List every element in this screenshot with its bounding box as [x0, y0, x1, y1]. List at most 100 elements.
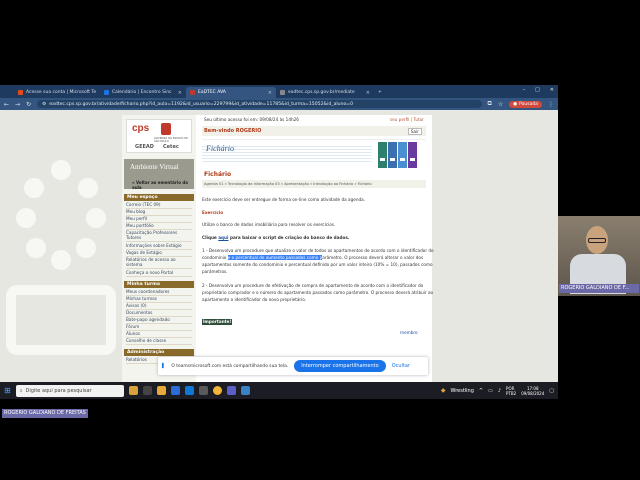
menu-item-alunos[interactable]: Alunos	[126, 331, 192, 338]
media-title[interactable]: Wrestling	[450, 388, 473, 394]
network-icon[interactable]: ▭	[488, 388, 493, 394]
important-heading: Importante!	[202, 319, 233, 325]
selected-text[interactable]: e o percentual de aumento passados como …	[227, 255, 323, 260]
bing-icon[interactable]	[128, 386, 138, 395]
exercise-2-line-3: apartamento o identificador do novo prop…	[202, 297, 307, 302]
menu-item-bate-papo[interactable]: Bate-papo agendado	[126, 317, 192, 324]
site-info-icon[interactable]: ⚙	[42, 102, 46, 107]
teams-icon[interactable]	[226, 386, 236, 395]
minimize-icon[interactable]: –	[523, 87, 526, 93]
new-tab-button[interactable]: +	[374, 87, 386, 98]
volume-icon[interactable]: ♪	[498, 388, 501, 394]
maximize-icon[interactable]: □	[535, 87, 540, 93]
ava-icon	[190, 90, 195, 95]
fichario-banner: Fichário	[202, 139, 426, 169]
intro-text: Este exercício deve ser entregue de form…	[202, 197, 366, 202]
exercise-1-line-2: condomínio e o percentual de aumento pas…	[202, 255, 424, 260]
menu-item-forum[interactable]: Fórum	[126, 324, 192, 331]
glasses-icon	[588, 238, 606, 243]
extensions-icon[interactable]: ⧉	[488, 100, 492, 108]
tab-calendar[interactable]: Calendário | Encontro Sinc ×	[100, 87, 186, 98]
forward-icon[interactable]: →	[15, 101, 20, 108]
close-icon[interactable]: ×	[366, 90, 370, 96]
menu-item-capacitacao[interactable]: Capacitação Professores Tutores	[126, 230, 192, 242]
menu-head-admin: Administração	[124, 349, 194, 356]
clock[interactable]: 17:08 09/08/2024	[521, 386, 544, 396]
media-icon[interactable]: ◆	[441, 387, 446, 394]
share-icon: ▌	[162, 363, 166, 369]
store-icon[interactable]	[198, 386, 208, 395]
taskbar-search-input[interactable]: ⌕ Digite aqui para pesquisar	[15, 384, 124, 397]
menu-icon[interactable]: ⋮	[548, 101, 554, 108]
bookmark-icon[interactable]: ☆	[498, 101, 503, 108]
use-db-text: Utilize o banco de dados imobiliária par…	[202, 222, 336, 227]
menu-item-conselho[interactable]: Conselho de classe	[126, 338, 192, 345]
menu-head-meu-espaco: Meu espaço	[124, 194, 194, 201]
file-explorer-icon[interactable]	[156, 386, 166, 395]
ambiente-back-link[interactable]: « Voltar ao ementário da aula	[132, 180, 194, 190]
welcome-text: Bem-vindo ROGERIO	[204, 128, 262, 134]
chrome-icon[interactable]	[212, 386, 222, 395]
vscode-icon[interactable]	[240, 386, 250, 395]
reload-icon[interactable]: ↻	[26, 101, 31, 108]
exercise-1-line-1: 1 - Desenvolva um procedure que atualize…	[202, 248, 434, 253]
exercise-1-line-4: parâmetros.	[202, 269, 228, 274]
language-indicator[interactable]: POR PTB2	[506, 386, 516, 396]
menu-item-estagio-info[interactable]: Informações sobre Estágio	[126, 243, 192, 250]
browser-tab-bar: Acesse sua conta | Microsoft Te × Calend…	[0, 85, 558, 98]
participant-video[interactable]: ROGERIO GALDIANO DE F...	[558, 216, 640, 296]
profile-paused-button[interactable]: ● Pausada	[509, 100, 542, 108]
tab-eadtec-ava[interactable]: EaDTEC AVA ×	[186, 87, 276, 98]
windows-start-icon[interactable]: ⊞	[4, 386, 11, 395]
stop-sharing-button[interactable]: Interromper compartilhamento	[294, 360, 386, 372]
ambiente-virtual-box[interactable]: Ambiente Virtual « Voltar ao ementário d…	[124, 159, 194, 190]
avatar: ●	[513, 101, 518, 107]
sidebar: cps GOVERNO DO ESTADO DE SÃO PAULO GEEAD…	[122, 115, 196, 382]
membro-link[interactable]: membro	[400, 330, 418, 336]
page-title: Fichário	[204, 171, 232, 178]
url-input[interactable]: ⚙ eadtec.cps.sp.gov.br/atividade/fichari…	[37, 100, 482, 108]
menu-item-perfil[interactable]: Meu perfil	[126, 216, 192, 223]
hide-button[interactable]: Ocultar	[392, 363, 410, 369]
exercise-1-line-3: apartamentos somente do condomínio e per…	[202, 262, 433, 267]
task-view-icon[interactable]	[142, 386, 152, 395]
tab-mediate[interactable]: eadtec.cps.sp.gov.br/mediate ×	[276, 87, 374, 98]
exercise-2-line-2: proprietário comprador e o número do apa…	[202, 290, 434, 295]
menu-item-documentos[interactable]: Documentos	[126, 310, 192, 317]
tab-microsoft[interactable]: Acesse sua conta | Microsoft Te ×	[14, 87, 100, 98]
close-icon[interactable]: ×	[268, 90, 272, 96]
menu-item-coordenadores[interactable]: Meus coordenadores	[126, 289, 192, 296]
menu-head-minha-turma: Minha turma	[124, 281, 194, 288]
notification-icon[interactable]: ▢	[549, 388, 554, 394]
exercise-heading: Exercício	[202, 210, 224, 215]
tray-chevron-icon[interactable]: ^	[479, 388, 483, 394]
eadtec-watermark-icon	[6, 160, 116, 355]
microsoft-icon	[18, 90, 23, 95]
download-link[interactable]: aqui	[218, 235, 228, 240]
windows-taskbar: ⊞ ⌕ Digite aqui para pesquisar ◆ Wrestli…	[0, 382, 558, 399]
participant-name-tag: ROGERIO GALDIANO DE F...	[559, 284, 639, 293]
menu-item-turmas[interactable]: Minhas turmas	[126, 296, 192, 303]
binders-icon	[378, 142, 417, 168]
menu-item-relatorios-acesso[interactable]: Relatórios de acesso ao sistema	[126, 257, 192, 269]
back-icon[interactable]: ←	[4, 101, 9, 108]
menu-item-novo-portal[interactable]: Conheça o novo Portal	[126, 270, 192, 277]
exit-button[interactable]: Sair	[407, 128, 422, 135]
self-name-tag: ROGERIO GALDIANO DE FREITAS	[2, 409, 88, 418]
shared-screen: Acesse sua conta | Microsoft Te × Calend…	[0, 85, 558, 399]
menu-item-portfolio[interactable]: Meu portfólio	[126, 223, 192, 230]
breadcrumb[interactable]: Agenda 01 » Tecnologia da Informação 03 …	[204, 181, 372, 187]
menu-item-blog[interactable]: Meu blog	[126, 209, 192, 216]
close-window-icon[interactable]: ✕	[550, 87, 554, 93]
mail-icon[interactable]	[170, 386, 180, 395]
calendar-icon	[104, 90, 109, 95]
window-controls: – □ ✕	[523, 87, 554, 93]
menu-item-vagas[interactable]: Vagas de Estágio	[126, 250, 192, 257]
screen-share-bar: ▌ O teamsmicrosoft.com está compartilhan…	[158, 357, 428, 375]
close-icon[interactable]: ×	[178, 90, 182, 96]
profile-link[interactable]: seu perfil | Tutor	[390, 117, 424, 123]
edge-icon[interactable]	[184, 386, 194, 395]
menu-item-correio[interactable]: Correio (TEC 09)	[126, 202, 192, 209]
exercise-2-line-1: 2 - Desenvolva um procedure de efetivaçã…	[202, 283, 424, 288]
menu-item-avisos[interactable]: Avisos (0)	[126, 303, 192, 310]
